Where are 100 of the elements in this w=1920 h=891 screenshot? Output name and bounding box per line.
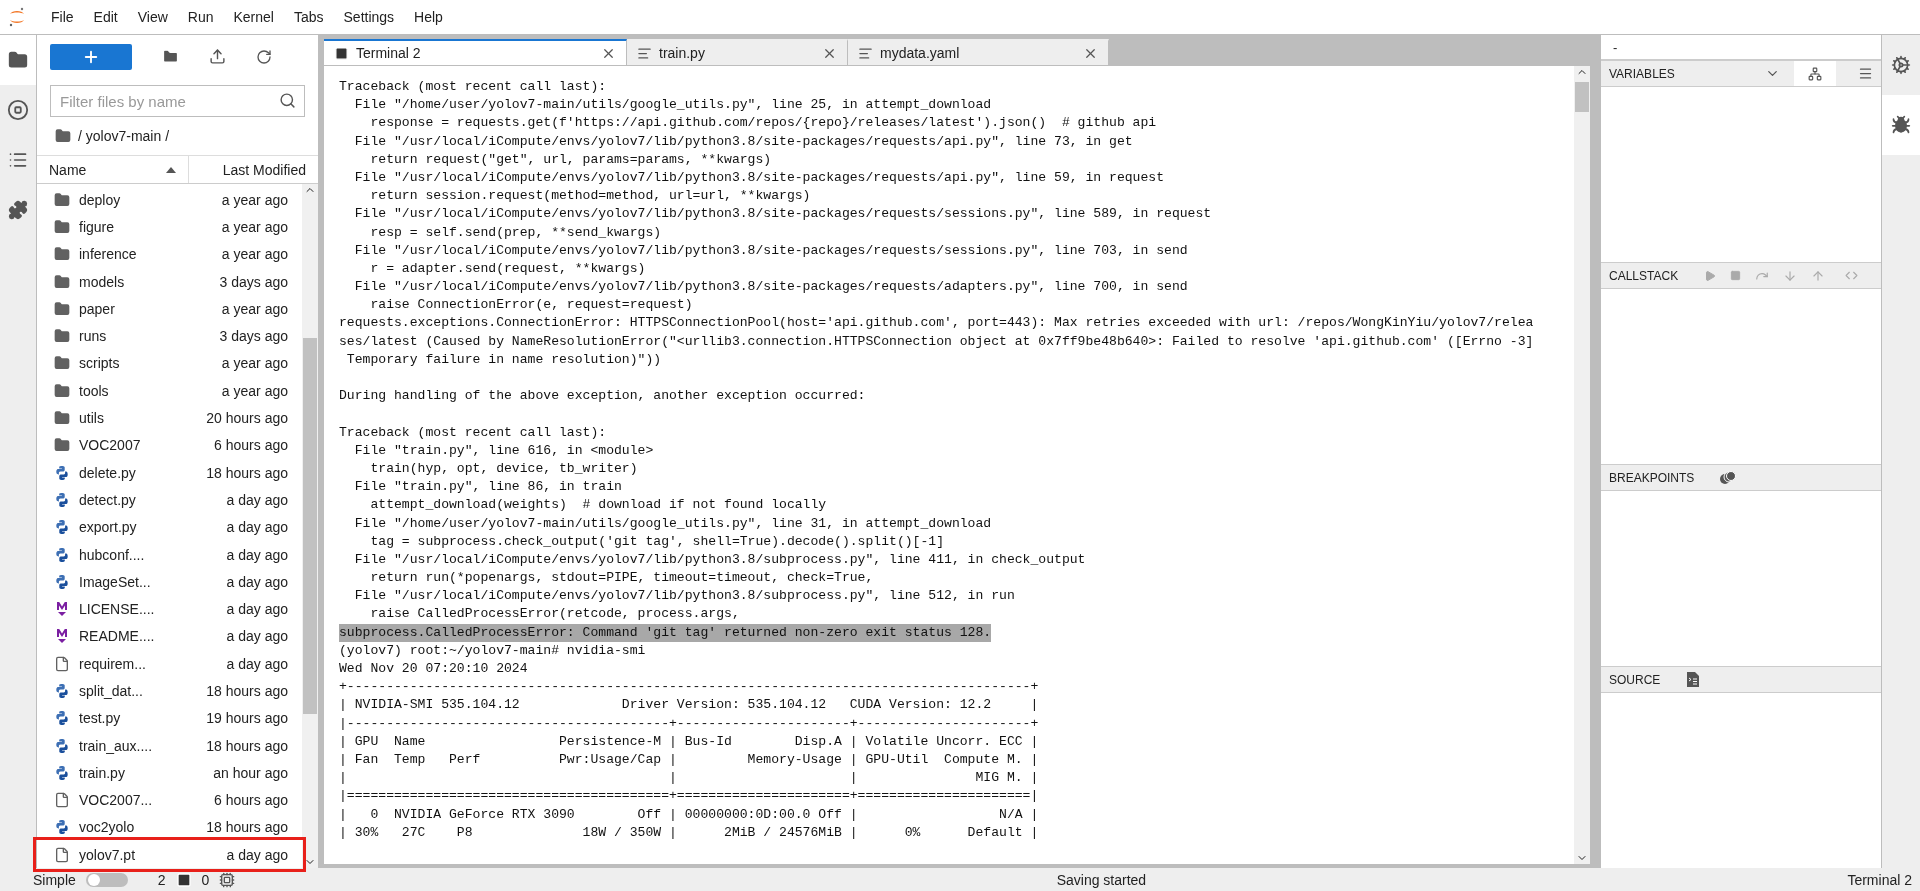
menu-item[interactable]: Kernel bbox=[224, 5, 283, 29]
file-row[interactable]: README.... a day ago bbox=[37, 622, 302, 651]
file-row[interactable]: runs 3 days ago bbox=[37, 322, 302, 350]
file-name: deploy bbox=[79, 191, 122, 208]
menu-item[interactable]: Tabs bbox=[284, 5, 333, 29]
menu-item[interactable]: View bbox=[128, 5, 177, 29]
modified-time: a day ago bbox=[226, 546, 288, 563]
modified-time: 6 hours ago bbox=[214, 792, 288, 809]
file-row[interactable]: deploy a year ago bbox=[37, 186, 302, 214]
file-row[interactable]: delete.py 18 hours ago bbox=[37, 458, 302, 487]
file-row[interactable]: LICENSE.... a day ago bbox=[37, 595, 302, 623]
file-name: test.py bbox=[79, 710, 122, 727]
breakpoints-icon[interactable] bbox=[1720, 470, 1737, 485]
modified-time: a year ago bbox=[221, 218, 288, 235]
python-icon bbox=[54, 546, 70, 563]
folder-icon bbox=[54, 382, 70, 399]
table-view-icon[interactable] bbox=[1858, 66, 1873, 81]
scroll-thumb[interactable] bbox=[303, 337, 317, 715]
file-row[interactable]: scripts a year ago bbox=[37, 349, 302, 378]
file-name: paper bbox=[79, 300, 116, 317]
jupyter-logo[interactable] bbox=[8, 7, 26, 27]
modified-time: a year ago bbox=[221, 246, 288, 263]
column-label: Last Modified bbox=[222, 161, 306, 178]
file-row[interactable]: train.py an hour ago bbox=[37, 759, 302, 787]
file-row[interactable]: hubconf.... a day ago bbox=[37, 540, 302, 569]
sidebar-tab[interactable] bbox=[0, 35, 36, 85]
folder-icon bbox=[54, 218, 70, 235]
modified-time: a day ago bbox=[226, 491, 288, 508]
filter-field[interactable]: Filter files by name bbox=[50, 85, 305, 117]
file-icon bbox=[54, 846, 70, 863]
file-row[interactable]: paper a year ago bbox=[37, 295, 302, 323]
modified-time: a year ago bbox=[221, 300, 288, 317]
file-row[interactable]: voc2yolo 18 hours ago bbox=[37, 813, 302, 842]
folder-icon bbox=[55, 128, 71, 144]
new-launcher-button[interactable] bbox=[50, 43, 132, 70]
menu-item[interactable]: Help bbox=[405, 5, 452, 29]
folder-icon bbox=[8, 50, 28, 70]
modified-time: 18 hours ago bbox=[206, 464, 288, 481]
python-icon bbox=[54, 519, 70, 536]
file-row[interactable]: VOC2007... 6 hours ago bbox=[37, 786, 302, 814]
menu-item[interactable]: Edit bbox=[84, 5, 127, 29]
file-name: README.... bbox=[79, 628, 156, 645]
file-row[interactable]: test.py 19 hours ago bbox=[37, 704, 302, 732]
file-name: split_dat... bbox=[79, 683, 144, 699]
folder-icon bbox=[54, 273, 70, 290]
file-row[interactable]: inference a year ago bbox=[37, 240, 302, 268]
modified-time: a year ago bbox=[221, 191, 288, 208]
file-name: requirem... bbox=[79, 655, 147, 672]
tree-view-icon[interactable] bbox=[1808, 66, 1822, 81]
scroll-thumb[interactable] bbox=[1575, 82, 1589, 112]
menu-item[interactable]: Settings bbox=[334, 5, 404, 29]
modified-time: a year ago bbox=[221, 355, 288, 372]
modified-time: an hour ago bbox=[213, 764, 288, 781]
folder-icon bbox=[54, 300, 70, 317]
folder-icon bbox=[54, 328, 70, 345]
column-header[interactable]: Name bbox=[37, 156, 189, 183]
file-row[interactable]: split_dat... 18 hours ago bbox=[37, 677, 302, 705]
file-name: utils bbox=[79, 410, 105, 426]
file-row[interactable]: figure a year ago bbox=[37, 213, 302, 241]
file-name: figure bbox=[79, 218, 116, 235]
file-name: tools bbox=[79, 382, 110, 399]
file-row[interactable]: export.py a day ago bbox=[37, 513, 302, 541]
scrollbar[interactable] bbox=[1574, 66, 1590, 864]
search-icon bbox=[279, 92, 296, 109]
file-row[interactable]: tools a year ago bbox=[37, 377, 302, 405]
document-tab[interactable]: Terminal 2 bbox=[324, 39, 627, 65]
breadcrumb[interactable]: / yolov7-main / bbox=[78, 128, 170, 144]
file-row[interactable]: models 3 days ago bbox=[37, 267, 302, 296]
menu-item[interactable]: File bbox=[42, 5, 83, 29]
folder-icon bbox=[54, 355, 70, 372]
simple-mode-toggle[interactable] bbox=[85, 872, 128, 887]
file-row[interactable]: utils 20 hours ago bbox=[37, 404, 302, 432]
menu-item[interactable]: Run bbox=[178, 5, 223, 29]
folder-icon bbox=[54, 191, 70, 208]
folder-icon bbox=[54, 410, 70, 426]
open-source-icon[interactable] bbox=[1686, 672, 1700, 687]
python-icon bbox=[54, 573, 70, 590]
scrollbar[interactable] bbox=[302, 184, 318, 868]
sidebar-tab[interactable] bbox=[1882, 95, 1920, 155]
file-row[interactable]: yolov7.pt a day ago bbox=[37, 841, 302, 869]
file-row[interactable]: detect.py a day ago bbox=[37, 486, 302, 514]
active-document: Terminal 2 bbox=[1847, 871, 1912, 888]
file-row[interactable]: requirem... a day ago bbox=[37, 650, 302, 678]
modified-time: a day ago bbox=[226, 573, 288, 590]
modified-time: a day ago bbox=[226, 628, 288, 645]
refresh-icon[interactable] bbox=[256, 48, 272, 65]
file-icon bbox=[54, 655, 70, 672]
file-row[interactable]: ImageSet... a day ago bbox=[37, 568, 302, 596]
file-row[interactable]: VOC2007 6 hours ago bbox=[37, 431, 302, 459]
document-tab[interactable]: train.py bbox=[627, 39, 848, 65]
list-icon bbox=[8, 150, 28, 170]
modified-time: 3 days ago bbox=[219, 328, 288, 345]
panel-title: CALLSTACK bbox=[1609, 268, 1679, 283]
file-row[interactable]: train_aux.... 18 hours ago bbox=[37, 731, 302, 760]
document-tab[interactable]: mydata.yaml bbox=[848, 39, 1109, 65]
upload-icon[interactable] bbox=[209, 48, 226, 65]
column-header[interactable]: Last Modified bbox=[189, 156, 318, 183]
modified-time: 20 hours ago bbox=[206, 410, 288, 426]
mode-label: Simple bbox=[33, 871, 76, 888]
modified-time: 18 hours ago bbox=[206, 737, 288, 754]
